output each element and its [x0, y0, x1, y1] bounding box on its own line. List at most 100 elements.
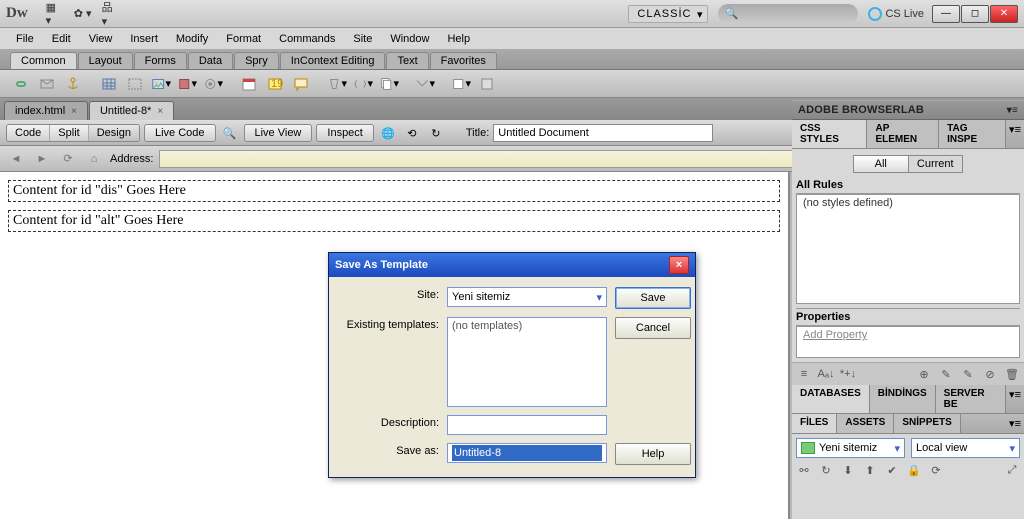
stop-icon[interactable]: ⟳: [58, 149, 78, 169]
menu-help[interactable]: Help: [439, 31, 478, 47]
disable-icon[interactable]: ⊘: [982, 366, 998, 382]
doc-tab-index[interactable]: index.html×: [4, 101, 88, 120]
description-input[interactable]: [447, 415, 607, 435]
insert-tab-common[interactable]: Common: [10, 52, 77, 69]
insert-tab-spry[interactable]: Spry: [234, 52, 279, 69]
view-design[interactable]: Design: [89, 125, 139, 141]
panel-menu-icon[interactable]: ▾≡: [1006, 120, 1024, 148]
saveas-input[interactable]: [447, 443, 607, 463]
insert-tab-favorites[interactable]: Favorites: [430, 52, 497, 69]
window-maximize[interactable]: ◻: [961, 5, 989, 23]
search-input[interactable]: 🔍: [718, 4, 858, 24]
connect-icon[interactable]: ⚯: [796, 462, 812, 478]
live-view-button[interactable]: Live View: [244, 124, 313, 142]
comment-icon[interactable]: [290, 73, 312, 95]
script-icon[interactable]: ▾: [352, 73, 374, 95]
live-code-button[interactable]: Live Code: [144, 124, 216, 142]
editable-region-alt[interactable]: Content for id "alt" Goes Here: [8, 210, 780, 232]
menu-format[interactable]: Format: [218, 31, 269, 47]
panel-menu-icon[interactable]: ▾≡: [1006, 385, 1024, 413]
panel-tab-bindings[interactable]: BİNDİNGS: [870, 385, 936, 413]
title-input[interactable]: [493, 124, 713, 142]
checkin-icon[interactable]: 🔒: [906, 462, 922, 478]
head-icon[interactable]: ▾: [326, 73, 348, 95]
site-combo[interactable]: Yeni sitemiz: [796, 438, 905, 458]
inspect-button[interactable]: Inspect: [316, 124, 373, 142]
image-icon[interactable]: ▾: [150, 73, 172, 95]
attach-icon[interactable]: ⊕: [916, 366, 932, 382]
cslive-button[interactable]: CS Live: [868, 7, 924, 21]
hyperlink-icon[interactable]: [10, 73, 32, 95]
view-split[interactable]: Split: [50, 125, 88, 141]
insert-tab-layout[interactable]: Layout: [78, 52, 133, 69]
widget-icon[interactable]: ▾: [202, 73, 224, 95]
show-category-icon[interactable]: ≡: [796, 366, 812, 382]
close-icon[interactable]: ×: [157, 106, 163, 117]
save-button[interactable]: Save: [615, 287, 691, 309]
panel-tab-assets[interactable]: ASSETS: [837, 414, 894, 433]
panel-tab-apelements[interactable]: AP ELEMEN: [867, 120, 939, 148]
dialog-close-button[interactable]: ×: [669, 256, 689, 274]
insert-tab-incontext[interactable]: InContext Editing: [280, 52, 386, 69]
cancel-button[interactable]: Cancel: [615, 317, 691, 339]
insert-tab-forms[interactable]: Forms: [134, 52, 187, 69]
refresh2-icon[interactable]: ↻: [426, 123, 446, 143]
panel-tab-taginspector[interactable]: TAG INSPE: [939, 120, 1006, 148]
table-icon[interactable]: [98, 73, 120, 95]
workspace-switcher[interactable]: CLASSİC: [628, 5, 708, 23]
new-rule-icon[interactable]: ✎: [938, 366, 954, 382]
email-link-icon[interactable]: [36, 73, 58, 95]
div-icon[interactable]: [124, 73, 146, 95]
properties-list[interactable]: Add Property: [796, 326, 1020, 358]
view-combo[interactable]: Local view: [911, 438, 1020, 458]
server-include-icon[interactable]: 19: [264, 73, 286, 95]
extension-icon[interactable]: ✿ ▾: [74, 5, 92, 23]
anchor-icon[interactable]: [62, 73, 84, 95]
browser-icon[interactable]: 🌐: [378, 123, 398, 143]
insert-tab-data[interactable]: Data: [188, 52, 233, 69]
existing-templates-list[interactable]: (no templates): [447, 317, 607, 407]
menu-insert[interactable]: Insert: [122, 31, 166, 47]
menu-window[interactable]: Window: [382, 31, 437, 47]
show-list-icon[interactable]: Aₐ↓: [818, 366, 834, 382]
sync-icon[interactable]: ⟳: [928, 462, 944, 478]
put-icon[interactable]: ⬆: [862, 462, 878, 478]
panel-tab-serverbehaviors[interactable]: SERVER BE: [936, 385, 1006, 413]
library-icon[interactable]: [476, 73, 498, 95]
help-button[interactable]: Help: [615, 443, 691, 465]
refresh-icon[interactable]: ⟲: [402, 123, 422, 143]
window-minimize[interactable]: —: [932, 5, 960, 23]
menu-commands[interactable]: Commands: [271, 31, 343, 47]
site-select[interactable]: Yeni sitemiz: [447, 287, 607, 307]
menu-edit[interactable]: Edit: [44, 31, 79, 47]
panel-menu-icon[interactable]: ▾≡: [1007, 105, 1018, 116]
forward-icon[interactable]: ►: [32, 149, 52, 169]
css-all[interactable]: All: [854, 156, 909, 172]
inspect-icon[interactable]: 🔍: [220, 123, 240, 143]
close-icon[interactable]: ×: [71, 106, 77, 117]
css-current[interactable]: Current: [909, 156, 963, 172]
show-set-icon[interactable]: *+↓: [840, 366, 856, 382]
rules-list[interactable]: (no styles defined): [796, 194, 1020, 304]
checkout-icon[interactable]: ✔: [884, 462, 900, 478]
insert-tab-text[interactable]: Text: [386, 52, 428, 69]
refresh-icon[interactable]: ↻: [818, 462, 834, 478]
view-code[interactable]: Code: [7, 125, 50, 141]
panel-tab-snippets[interactable]: SNİPPETS: [894, 414, 960, 433]
templates-icon[interactable]: ▾: [378, 73, 400, 95]
panel-menu-icon[interactable]: ▾≡: [1006, 414, 1024, 433]
tag-chooser-icon[interactable]: ▾: [414, 73, 436, 95]
panel-tab-cssstyles[interactable]: CSS STYLES: [792, 120, 867, 148]
menu-file[interactable]: File: [8, 31, 42, 47]
get-icon[interactable]: ⬇: [840, 462, 856, 478]
menu-view[interactable]: View: [81, 31, 121, 47]
layout-icon[interactable]: ▦ ▾: [46, 5, 64, 23]
menu-modify[interactable]: Modify: [168, 31, 216, 47]
dialog-titlebar[interactable]: Save As Template ×: [329, 253, 695, 277]
site-icon[interactable]: 品 ▾: [102, 5, 120, 23]
home-icon[interactable]: ⌂: [84, 149, 104, 169]
panel-browserlab[interactable]: ADOBE BROWSERLAB▾≡: [792, 100, 1024, 120]
menu-site[interactable]: Site: [345, 31, 380, 47]
edit-rule-icon[interactable]: ✎: [960, 366, 976, 382]
trash-icon[interactable]: 🗑: [1004, 366, 1020, 382]
